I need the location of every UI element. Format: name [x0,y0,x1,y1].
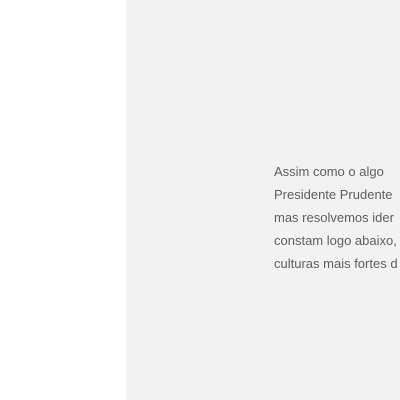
paragraph-line: culturas mais fortes d [274,256,398,271]
paragraph-line: constam logo abaixo, [274,233,397,248]
paragraph-line: mas resolvemos ider [274,210,394,225]
paragraph-line: Presidente Prudente [274,187,393,202]
blank-left-panel [0,0,126,400]
page: Assim como o algo Presidente Prudente ma… [0,0,400,400]
paragraph: Assim como o algo Presidente Prudente ma… [274,160,400,275]
paragraph-line: Assim como o algo [274,164,384,179]
